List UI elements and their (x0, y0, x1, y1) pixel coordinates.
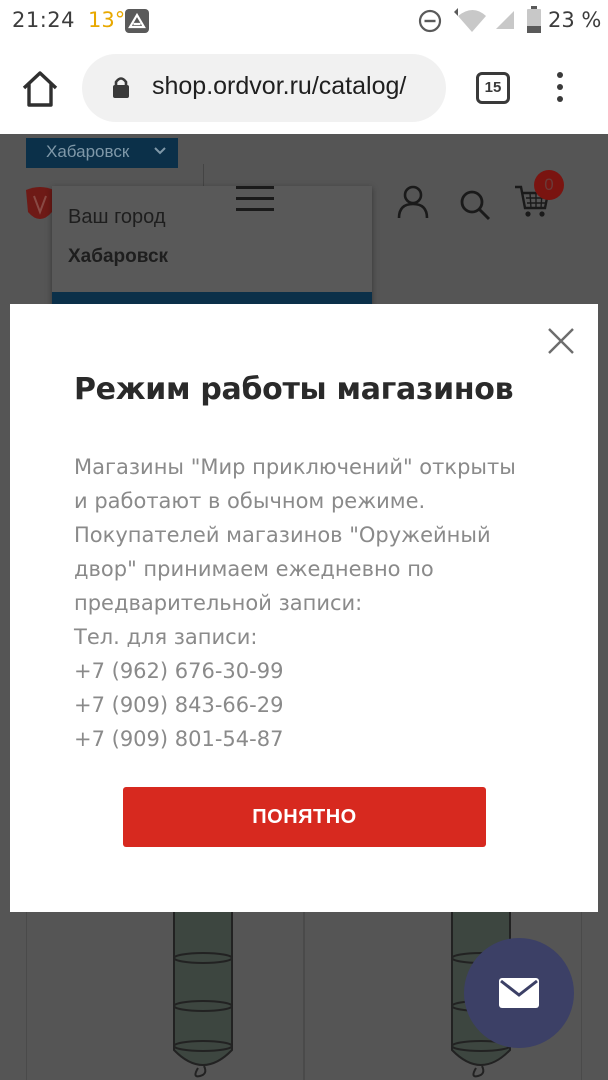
url-text[interactable]: shop.ordvor.ru/catalog/ (152, 72, 406, 101)
cart-count-badge: 0 (534, 170, 564, 200)
city-popup-city[interactable]: Хабаровск (68, 246, 168, 268)
cart-count: 0 (544, 175, 554, 194)
city-select-label: Хабаровск (46, 142, 130, 161)
browser-toolbar: shop.ordvor.ru/catalog/ 15 (0, 42, 608, 134)
modal-text-line: предварительной записи: (74, 591, 363, 615)
product-card[interactable] (26, 906, 304, 1080)
phone-number[interactable]: +7 (909) 801-54-87 (74, 722, 544, 756)
modal-title: Режим работы магазинов (74, 372, 514, 407)
store-hours-modal: Режим работы магазинов Магазины "Мир при… (10, 304, 598, 912)
search-icon[interactable] (458, 188, 492, 222)
phone-number[interactable]: +7 (962) 676-30-99 (74, 654, 544, 688)
chevron-down-icon (154, 147, 166, 155)
wifi-icon (454, 8, 486, 32)
close-icon[interactable] (546, 326, 576, 356)
city-select[interactable]: Хабаровск (26, 138, 178, 168)
mail-icon (499, 978, 539, 1008)
product-image (173, 910, 233, 1078)
address-bar[interactable]: shop.ordvor.ru/catalog/ (82, 54, 446, 122)
modal-text-line: Магазины "Мир приключений" открыты (74, 455, 516, 479)
battery-icon (527, 6, 541, 33)
signal-icon (496, 11, 514, 29)
modal-text-line: Тел. для записи: (74, 625, 258, 649)
status-temperature: 13° (88, 8, 126, 32)
burger-menu-icon[interactable] (236, 186, 274, 212)
modal-text-line: и работают в обычном режиме. (74, 489, 426, 513)
modal-text-line: двор" принимаем ежедневно по (74, 557, 434, 581)
app-notification-icon (125, 9, 149, 33)
status-time: 21:24 (12, 8, 76, 32)
home-icon[interactable] (20, 70, 60, 108)
lock-icon (113, 77, 129, 98)
contact-fab-button[interactable] (464, 938, 574, 1048)
modal-body: Магазины "Мир приключений" открыты и раб… (74, 450, 544, 756)
tabs-icon[interactable]: 15 (476, 72, 510, 104)
ok-button[interactable]: ПОНЯТНО (123, 787, 486, 847)
battery-percent: 23 % (548, 8, 602, 32)
city-popup: Ваш город Хабаровск (52, 186, 372, 306)
overflow-menu-icon[interactable] (552, 72, 568, 106)
modal-text-line: Покупателей магазинов "Оружейный (74, 523, 491, 547)
do-not-disturb-icon (418, 9, 442, 33)
city-popup-label: Ваш город (68, 206, 166, 228)
user-icon[interactable] (396, 184, 430, 220)
phone-number[interactable]: +7 (909) 843-66-29 (74, 688, 544, 722)
status-bar: 21:24 13° 23 % (0, 0, 608, 42)
